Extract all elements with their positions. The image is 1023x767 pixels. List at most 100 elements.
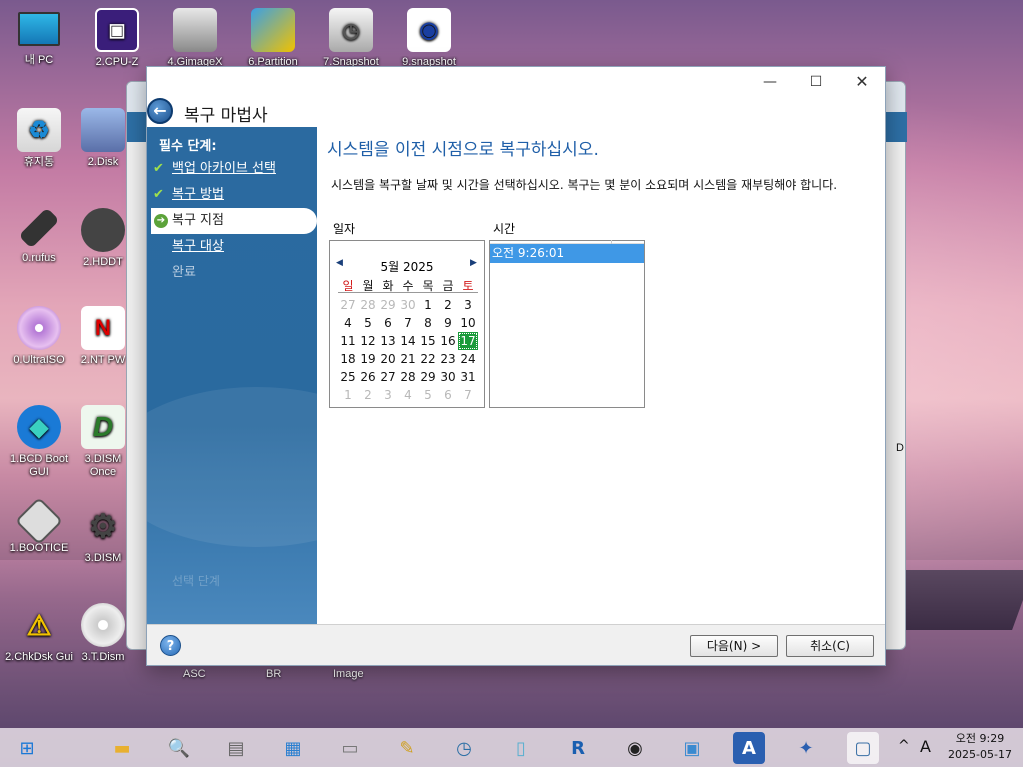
calendar-day[interactable]: 5 [358,314,378,332]
calendar-day[interactable]: 16 [438,332,458,350]
calendar-day[interactable]: 1 [338,386,358,404]
desktop-icon-my-pc[interactable]: 내 PC [0,8,78,67]
calendar-day[interactable]: 20 [378,350,398,368]
calendar-day[interactable]: 30 [438,368,458,386]
calendar-day[interactable]: 18 [338,350,358,368]
calendar-day[interactable]: 24 [458,350,478,368]
desktop-icon-nt-pw[interactable]: N 2.NT PW [78,306,128,367]
calendar-day[interactable]: 13 [378,332,398,350]
calendar-day[interactable]: 27 [338,296,358,314]
calendar-day[interactable]: 4 [338,314,358,332]
calendar-day[interactable]: 8 [418,314,438,332]
step-recovery-point[interactable]: ➔ 복구 지점 [151,208,317,234]
minimize-button[interactable]: — [747,70,793,94]
desktop-icon-gimagex[interactable]: 4.GimageX [156,8,234,69]
snapshot-camera-icon[interactable]: ◉ [619,732,651,764]
calendar-day[interactable]: 25 [338,368,358,386]
start-windows-icon[interactable]: ⊞ [11,732,43,764]
back-arrow-icon[interactable]: ← [147,98,173,124]
calendar-day[interactable]: 30 [398,296,418,314]
r-app-icon[interactable]: R [562,732,594,764]
step-select-archive[interactable]: ✔ 백업 아카이브 선택 [147,156,317,182]
calendar-day[interactable]: 2 [358,386,378,404]
calendar-day[interactable]: 14 [398,332,418,350]
calendar-day[interactable]: 27 [378,368,398,386]
file-copy-icon[interactable]: ▯ [505,732,537,764]
calendar-day[interactable]: 23 [438,350,458,368]
desktop-icon-snapshot-2[interactable]: ◉ 9.snapshot [390,8,468,69]
calendar-day-selected[interactable]: 17 [458,332,478,350]
calendar-day[interactable]: 26 [358,368,378,386]
taskbar-clock[interactable]: 오전 9:29 2025-05-17 [944,731,1016,763]
calendar-day[interactable]: 7 [458,386,478,404]
help-icon[interactable]: ? [160,635,181,656]
cancel-button[interactable]: 취소(C) [786,635,874,657]
time-list[interactable]: 오전 9:26:01 [489,240,645,408]
calendar-day[interactable]: 28 [398,368,418,386]
calendar-day[interactable]: 6 [378,314,398,332]
calendar-month-title[interactable]: 5월 2025 [330,258,484,275]
calendar-day[interactable]: 7 [398,314,418,332]
tray-overflow-icon[interactable]: ^ [898,738,910,754]
calendar-day[interactable]: 11 [338,332,358,350]
desktop-icon-recycle-bin[interactable]: ♻ 휴지통 [0,108,78,169]
calendar-day[interactable]: 15 [418,332,438,350]
desktop-icon-bcd-boot-gui[interactable]: ◆ 1.BCD Boot GUI [0,405,78,479]
calendar-day[interactable]: 6 [438,386,458,404]
calendar-day[interactable]: 2 [438,296,458,314]
next-month-icon[interactable]: ▶ [470,258,477,268]
a-app-icon[interactable]: A [733,732,765,764]
calendar-day[interactable]: 10 [458,314,478,332]
desktop-icon-ultraiso[interactable]: 0.UltraISO [0,306,78,367]
desktop-icon-snapshot[interactable]: ◷ 7.Snapshot [312,8,390,69]
desktop-icon-dism[interactable]: ⚙ 3.DISM [78,504,128,565]
drive-taskbar-icon[interactable]: ▭ [334,732,366,764]
calendar-day[interactable]: 12 [358,332,378,350]
next-button[interactable]: 다음(N) > [690,635,778,657]
date-calendar[interactable]: ◀ 5월 2025 ▶ 일 월 화 수 목 금 토 27 28 29 30 1 2 3 4 5 6… [329,240,485,408]
calendar-day[interactable]: 29 [378,296,398,314]
recovery-wizard-taskbar-icon[interactable]: ▢ [847,732,879,764]
calendar-day[interactable]: 4 [398,386,418,404]
calendar-day[interactable]: 3 [458,296,478,314]
calendar-day[interactable]: 28 [358,296,378,314]
grid-apps-icon[interactable]: ▦ [277,732,309,764]
calendar-day[interactable]: 9 [438,314,458,332]
network-pc-icon[interactable]: ▣ [676,732,708,764]
clock-time: 오전 9:29 [955,732,1005,745]
ime-indicator[interactable]: A [920,737,931,756]
step-recovery-target[interactable]: 복구 대상 [147,234,317,260]
desktop-icon-disk[interactable]: 2.Disk [78,108,128,169]
desktop-icon-chkdsk-gui[interactable]: ⚠ 2.ChkDsk Gui [0,603,78,664]
desktop-icon-cpuz[interactable]: ▣ 2.CPU-Z [78,8,156,69]
desktop-icon-t-dism[interactable]: 3.T.Dism [78,603,128,664]
partition-taskbar-icon[interactable]: ✎ [391,732,423,764]
usb-tool-icon[interactable]: ▤ [220,732,252,764]
title-bar[interactable]: ← 복구 마법사 — ☐ ✕ [147,67,885,127]
bcd-boot-icon: ◆ [17,405,61,449]
disc-icon [17,306,61,350]
calendar-day[interactable]: 19 [358,350,378,368]
taskbar: ⊞ ▬ 🔍 ▤ ▦ ▭ ✎ ◷ ▯ R ◉ ▣ A ✦ ▢ ^ A 오전 9:2… [0,728,1023,767]
calendar-day[interactable]: 3 [378,386,398,404]
desktop-icon-partition[interactable]: 6.Partition [234,8,312,69]
file-explorer-icon[interactable]: ▬ [106,732,138,764]
calendar-day[interactable]: 21 [398,350,418,368]
desktop-icon-hddt[interactable]: 2.HDDT [78,208,128,269]
backup-restore-icon[interactable]: ◷ [448,732,480,764]
optional-steps-heading: 선택 단계 [172,574,220,588]
calendar-day[interactable]: 5 [418,386,438,404]
close-button[interactable]: ✕ [839,70,885,94]
calendar-day[interactable]: 22 [418,350,438,368]
desktop-icon-rufus[interactable]: 0.rufus [0,207,78,265]
network-globe-icon[interactable]: ✦ [790,732,822,764]
calendar-day[interactable]: 29 [418,368,438,386]
desktop-icon-dism-once[interactable]: D 3.DISM Once [78,405,128,479]
calendar-day[interactable]: 31 [458,368,478,386]
calendar-day[interactable]: 1 [418,296,438,314]
time-list-item-selected[interactable]: 오전 9:26:01 [490,244,644,263]
step-recovery-method[interactable]: ✔ 복구 방법 [147,182,317,208]
search-magnifier-icon[interactable]: 🔍 [163,732,195,764]
desktop-icon-bootice[interactable]: 1.BOOTICE [0,496,78,555]
maximize-button[interactable]: ☐ [793,70,839,94]
